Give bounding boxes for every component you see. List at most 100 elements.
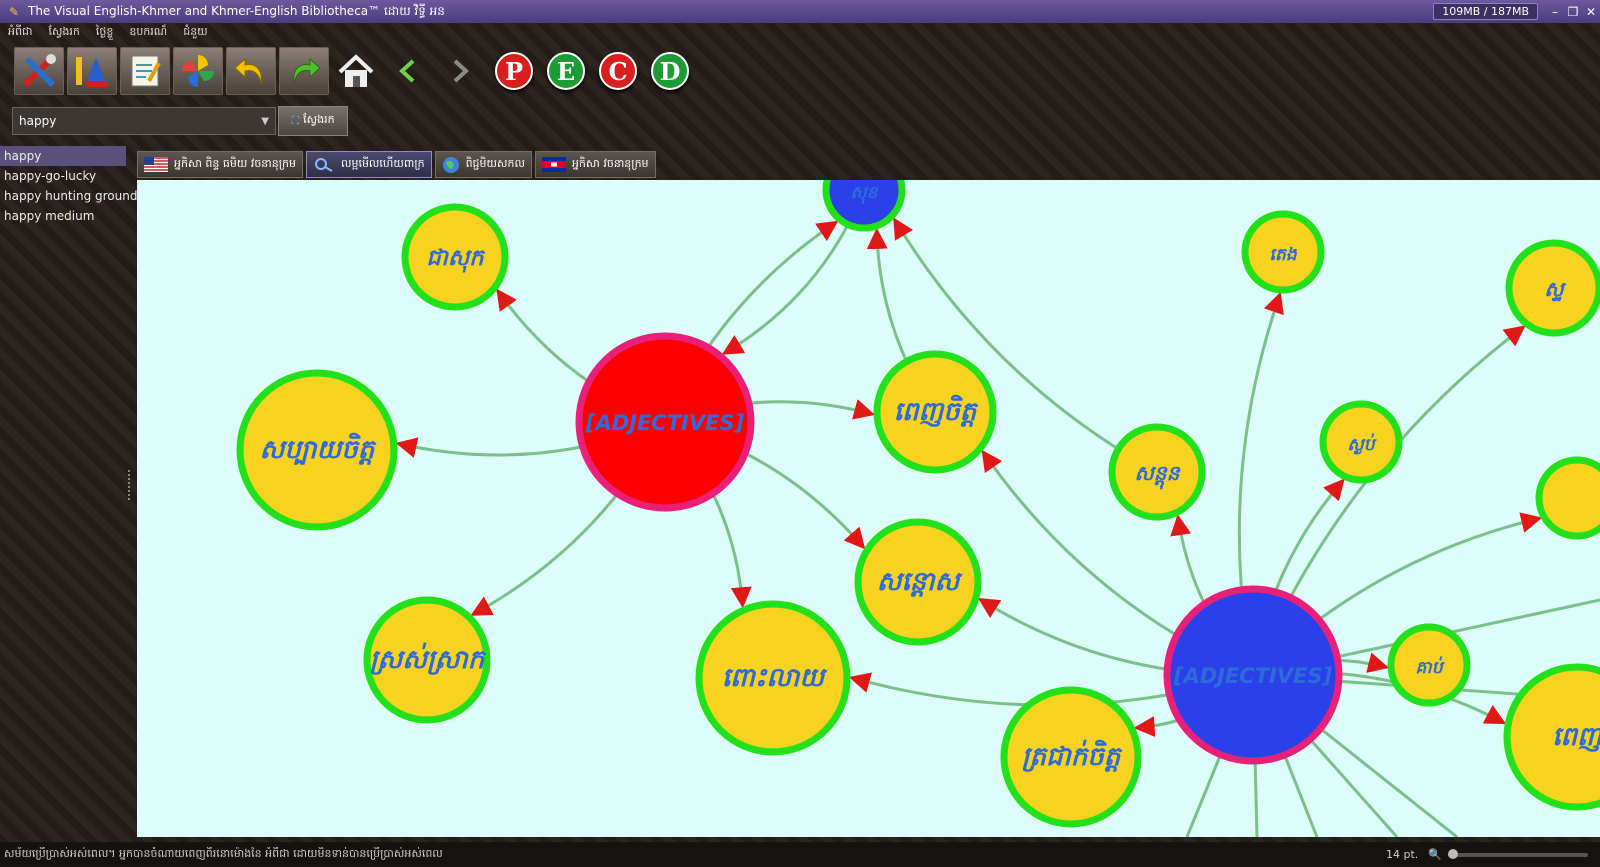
pinwheel-button[interactable] bbox=[173, 47, 223, 95]
search-combo[interactable]: ▼ bbox=[12, 107, 276, 135]
home-icon bbox=[338, 54, 374, 87]
node-label: សុខ bbox=[850, 183, 878, 204]
redo-button[interactable] bbox=[279, 47, 329, 95]
node-label: ស្រស់ស្រាក bbox=[370, 642, 487, 675]
word-node[interactable]: ពោះលាយ bbox=[695, 600, 851, 756]
magnifier-icon bbox=[315, 158, 333, 172]
node-label: តេង bbox=[1269, 245, 1297, 265]
menu-search[interactable]: ស្វែងរក bbox=[40, 25, 87, 41]
word-node[interactable]: ពេញ bbox=[1503, 663, 1600, 811]
toolbar: P E C D bbox=[14, 46, 696, 96]
zoom-out-icon[interactable]: 🔍 bbox=[1428, 848, 1442, 861]
window-title: The Visual English-Khmer and Khmer-Engli… bbox=[28, 3, 445, 18]
node-label: ជាសុក bbox=[426, 245, 486, 273]
word-node[interactable]: ស្រស់ស្រាក bbox=[363, 596, 491, 724]
word-node[interactable]: ស្ទ bbox=[1505, 239, 1600, 337]
node-label: ស្ងប់ bbox=[1347, 433, 1377, 455]
word-node[interactable]: ជាសុក bbox=[401, 203, 509, 311]
minimize-icon[interactable]: – bbox=[1546, 5, 1564, 19]
list-item[interactable]: happy-go-lucky bbox=[0, 166, 126, 186]
list-item[interactable]: happy medium bbox=[0, 206, 126, 226]
c-button[interactable]: C bbox=[599, 52, 637, 90]
hub-node[interactable]: [ADJECTIVES] bbox=[1163, 585, 1343, 765]
app-logo-icon: ✎ bbox=[8, 4, 20, 19]
find-button-label: ស្វែងរក bbox=[303, 113, 335, 126]
slider-knob[interactable] bbox=[1448, 848, 1458, 859]
menu-tools[interactable]: ឧបករណ៏ bbox=[121, 25, 175, 41]
search-input[interactable] bbox=[19, 114, 262, 128]
tab-english-khmer[interactable]: អ្នកិសា ពិន្ទ ធមិយ វចនានុក្រម bbox=[137, 151, 303, 178]
word-node[interactable]: ស្ងប់ bbox=[1319, 400, 1403, 484]
zoom-slider[interactable] bbox=[1448, 848, 1588, 859]
node-label: សន្តោស bbox=[877, 567, 964, 597]
word-node[interactable]: សន្តុន bbox=[1108, 423, 1206, 521]
tab-label: លម្អមើលហើយពាក្រ bbox=[341, 156, 425, 170]
node-label: ពេញ bbox=[1552, 722, 1600, 752]
pinwheel-icon bbox=[182, 55, 214, 87]
home-button[interactable] bbox=[332, 47, 380, 95]
undo-icon bbox=[234, 57, 262, 84]
word-node[interactable] bbox=[1535, 456, 1600, 540]
chevron-down-icon[interactable]: ▼ bbox=[261, 116, 269, 127]
node-label: សប្បាយចិត្ត bbox=[260, 432, 377, 465]
close-icon[interactable]: ✕ bbox=[1582, 5, 1600, 19]
restore-icon[interactable]: ❐ bbox=[1564, 5, 1582, 19]
node-label: ត្រជាក់ចិត្ត bbox=[1022, 739, 1123, 772]
panel-splitter[interactable] bbox=[128, 470, 132, 500]
us-flag-icon bbox=[144, 157, 168, 172]
tab-label: អ្នកិសា ពិន្ទ ធមិយ វចនានុក្រម bbox=[174, 156, 296, 170]
font-icon bbox=[76, 57, 108, 87]
menu-bar: អំពីជា ស្វែងរក ថ្ងៃខ្លួ ឧបករណ៏ ជំនួយ bbox=[0, 23, 1600, 43]
menu-about[interactable]: អំពីជា bbox=[0, 25, 40, 41]
word-list: happy happy-go-lucky happy hunting groun… bbox=[0, 146, 137, 836]
p-button[interactable]: P bbox=[495, 52, 533, 90]
word-node[interactable]: ត្រជាក់ចិត្ត bbox=[1000, 686, 1142, 828]
word-node[interactable]: សប្បាយចិត្ត bbox=[236, 369, 398, 531]
menu-help[interactable]: ជំនួយ bbox=[175, 25, 215, 41]
list-item[interactable]: happy hunting ground bbox=[0, 186, 137, 206]
kh-flag-icon bbox=[541, 157, 566, 172]
forward-arrow-icon bbox=[453, 59, 469, 83]
node-label: ពេញចិត្ត bbox=[894, 394, 979, 427]
thesaurus-graph[interactable]: សុខជាសុកសប្បាយចិត្តស្រស់ស្រាក ពេញចិត្តសន្… bbox=[137, 180, 1600, 837]
find-button[interactable]: ⛶ ស្វែងរក bbox=[278, 106, 348, 136]
graph-svg: សុខជាសុកសប្បាយចិត្តស្រស់ស្រាក ពេញចិត្តសន្… bbox=[236, 180, 1600, 837]
notes-button[interactable] bbox=[120, 47, 170, 95]
node-circle[interactable] bbox=[1535, 456, 1600, 540]
tab-bar: អ្នកិសា ពិន្ទ ធមិយ វចនានុក្រម លម្អមើលហើយ… bbox=[137, 151, 659, 178]
tools-button[interactable] bbox=[14, 47, 64, 95]
tab-khmer-dictionary[interactable]: អ្នកិសា វចនានុក្រម bbox=[534, 151, 656, 178]
back-button[interactable] bbox=[384, 47, 432, 95]
font-size-label: 14 pt. bbox=[1386, 848, 1419, 861]
app-window: ✎ The Visual English-Khmer and Khmer-Eng… bbox=[0, 0, 1600, 867]
forward-button[interactable] bbox=[436, 47, 484, 95]
memory-indicator: 109MB / 187MB bbox=[1433, 3, 1538, 20]
hub-label: [ADJECTIVES] bbox=[1173, 664, 1333, 688]
list-item[interactable]: happy bbox=[0, 146, 126, 166]
e-button[interactable]: E bbox=[547, 52, 585, 90]
font-button[interactable] bbox=[67, 47, 117, 95]
d-button[interactable]: D bbox=[651, 52, 689, 90]
menu-lessons[interactable]: ថ្ងៃខ្លួ bbox=[88, 25, 121, 41]
word-node[interactable]: គាប់ bbox=[1387, 623, 1471, 707]
node-label: ពោះលាយ bbox=[722, 663, 828, 693]
tab-label: អ្នកិសា វចនានុក្រម bbox=[571, 156, 649, 170]
tools-icon bbox=[22, 54, 56, 88]
status-bar: សម័យប្រើប្រាស់អស់ពេល។ អ្នកបានចំណាយពេញពីរ… bbox=[0, 842, 1600, 867]
hub-node[interactable]: [ADJECTIVES] bbox=[575, 332, 755, 512]
globe-icon bbox=[442, 156, 459, 173]
node-label: គាប់ bbox=[1415, 656, 1445, 678]
word-node[interactable]: សុខ bbox=[822, 180, 906, 232]
tab-label: ពិជ្ជមិយសកល bbox=[465, 156, 525, 170]
tab-encyclopedia[interactable]: ពិជ្ជមិយសកល bbox=[434, 151, 532, 178]
redo-icon bbox=[293, 57, 321, 84]
back-arrow-icon bbox=[399, 59, 415, 83]
tab-visual-thesaurus[interactable]: លម្អមើលហើយពាក្រ bbox=[306, 151, 432, 178]
word-node[interactable]: ពេញចិត្ត bbox=[873, 350, 997, 474]
status-text: សម័យប្រើប្រាស់អស់ពេល។ អ្នកបានចំណាយពេញពីរ… bbox=[4, 846, 443, 860]
hub-label: [ADJECTIVES] bbox=[585, 411, 745, 435]
word-node[interactable]: សន្តោស bbox=[854, 518, 982, 646]
binoculars-icon: ⛶ bbox=[291, 114, 300, 127]
undo-button[interactable] bbox=[226, 47, 276, 95]
word-node[interactable]: តេង bbox=[1241, 210, 1325, 294]
